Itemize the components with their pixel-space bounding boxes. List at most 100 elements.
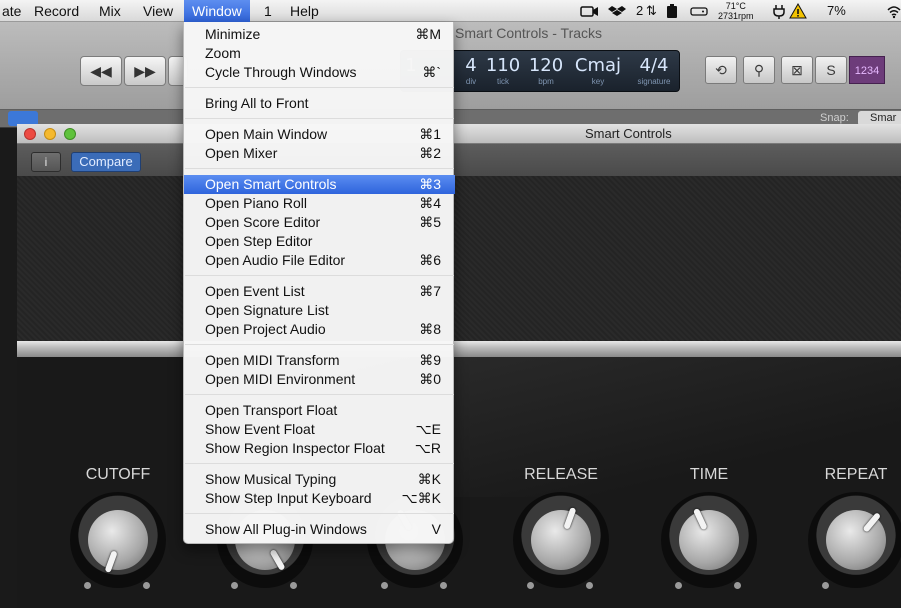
menu-item-open-audio-file-editor[interactable]: Open Audio File Editor ⌘6 <box>184 251 455 270</box>
menu-separator <box>185 168 454 169</box>
sync-arrows-icon: ⇅ <box>646 3 657 18</box>
menu-mix[interactable]: Mix <box>91 0 129 22</box>
menu-item-open-signature-list[interactable]: Open Signature List <box>184 301 455 320</box>
menu-item-show-musical-typing[interactable]: Show Musical Typing ⌘K <box>184 470 455 489</box>
cycle-button[interactable]: ⟲ <box>705 56 737 84</box>
menu-item-open-transport-float[interactable]: Open Transport Float <box>184 401 455 420</box>
menu-item-shortcut: ⌘9 <box>419 352 441 368</box>
menu-item-label: Open Main Window <box>205 126 328 142</box>
knob-cap <box>679 510 739 570</box>
menu-separator <box>185 87 454 88</box>
knob-min-dot <box>527 582 534 589</box>
menu-item-shortcut: V <box>431 521 441 537</box>
menu-item-label: Open Step Editor <box>205 233 313 249</box>
menu-item-cycle-through-windows[interactable]: Cycle Through Windows ⌘` <box>184 63 455 82</box>
menu-item-shortcut: ⌘4 <box>419 195 441 211</box>
menu-separator <box>185 513 454 514</box>
lcd-tick-label: tick <box>497 77 509 86</box>
lcd-div-label: div <box>465 77 477 86</box>
menu-item-label: Open MIDI Transform <box>205 352 340 368</box>
menu-item-shortcut: ⌥⌘K <box>401 490 441 506</box>
knob-repeat[interactable] <box>808 492 901 588</box>
menu-item-shortcut: ⌘1 <box>419 126 441 142</box>
zoom-window-button[interactable] <box>64 128 76 140</box>
menu-item-label: Open Smart Controls <box>205 176 337 192</box>
wifi-icon[interactable] <box>887 0 901 22</box>
power-plug-icon[interactable] <box>771 0 787 22</box>
minimize-window-button[interactable] <box>44 128 56 140</box>
amp-grille <box>17 176 901 341</box>
knob-release[interactable] <box>513 492 609 588</box>
menu-item-open-smart-controls[interactable]: Open Smart Controls ⌘3 <box>184 175 455 194</box>
knob-label-repeat: REPEAT <box>824 466 888 483</box>
menu-record[interactable]: Record <box>26 0 87 22</box>
menu-item-label: Show Event Float <box>205 421 315 437</box>
menu-item-shortcut: ⌘0 <box>419 371 441 387</box>
menu-item-open-project-audio[interactable]: Open Project Audio ⌘8 <box>184 320 455 339</box>
menu-item-open-piano-roll[interactable]: Open Piano Roll ⌘4 <box>184 194 455 213</box>
menu-item-label: Open Score Editor <box>205 214 321 230</box>
cycle-icon: ⟲ <box>715 62 727 78</box>
menu-window[interactable]: Window <box>184 0 250 22</box>
menu-item-label: Open Audio File Editor <box>205 252 346 268</box>
lcd-tick: 110 tick <box>485 55 521 87</box>
menu-item-open-mixer[interactable]: Open Mixer ⌘2 <box>184 144 455 163</box>
menu-item-label: Open Signature List <box>205 302 329 318</box>
menu-separator <box>185 118 454 119</box>
menu-item-bring-all-to-front[interactable]: Bring All to Front <box>184 94 455 113</box>
knob-panel: CUTOFF RELEASE TIME REPEAT <box>17 357 901 608</box>
menu-help[interactable]: Help <box>282 0 327 22</box>
menu-item-show-event-float[interactable]: Show Event Float ⌥E <box>184 420 455 439</box>
warning-icon[interactable] <box>789 0 807 22</box>
temperature-value: 71°C <box>725 1 746 11</box>
solo-button[interactable]: S <box>815 56 847 84</box>
knob-min-dot <box>675 582 682 589</box>
rewind-button[interactable]: ◀◀ <box>80 56 122 86</box>
clipboard-icon[interactable] <box>664 0 680 22</box>
knob-cap <box>531 510 591 570</box>
menu-item-shortcut: ⌘8 <box>419 321 441 337</box>
compare-button[interactable]: Compare <box>71 152 141 172</box>
menu-item-label: Open Mixer <box>205 145 278 161</box>
menu-item-show-all-plug-in-windows[interactable]: Show All Plug-in Windows V <box>184 520 455 539</box>
menu-item-minimize[interactable]: Minimize ⌘M <box>184 25 455 44</box>
tuner-button[interactable]: ⚲ <box>743 56 775 84</box>
knob-label-time: TIME <box>689 466 729 483</box>
smart-controls-titlebar[interactable]: Smart Controls <box>17 124 901 144</box>
dropbox-icon[interactable] <box>608 0 626 22</box>
menu-item-shortcut: ⌘6 <box>419 252 441 268</box>
battery-percent[interactable]: 7% <box>827 0 846 22</box>
smart-controls-window: Smart Controls i Compare CUTOFF RELEASE <box>17 124 901 608</box>
count-in-button[interactable]: 1234 <box>849 56 885 84</box>
fan-speed-value: 2731rpm <box>718 11 754 21</box>
menu-item-show-step-input-keyboard[interactable]: Show Step Input Keyboard ⌥⌘K <box>184 489 455 508</box>
menu-item-open-step-editor[interactable]: Open Step Editor <box>184 232 455 251</box>
info-button[interactable]: i <box>31 152 61 172</box>
fast-forward-button[interactable]: ▶▶ <box>124 56 166 86</box>
hard-drive-icon[interactable] <box>690 0 708 22</box>
menu-item-label: Cycle Through Windows <box>205 64 357 80</box>
menu-item-shortcut: ⌘7 <box>419 283 441 299</box>
menu-item-label: Show All Plug-in Windows <box>205 521 367 537</box>
lcd-div-value: 4 <box>465 55 477 76</box>
knob-time[interactable] <box>661 492 757 588</box>
info-icon: i <box>44 155 48 169</box>
menu-item-open-score-editor[interactable]: Open Score Editor ⌘5 <box>184 213 455 232</box>
menu-item-shortcut: ⌘K <box>417 471 441 487</box>
snap-label: Snap: <box>820 112 849 124</box>
knob-cap <box>88 510 148 570</box>
menu-1[interactable]: 1 <box>256 0 280 22</box>
menu-item-open-midi-transform[interactable]: Open MIDI Transform ⌘9 <box>184 351 455 370</box>
menu-item-show-region-inspector-float[interactable]: Show Region Inspector Float ⌥R <box>184 439 455 458</box>
temperature-readout[interactable]: 71°C 2731rpm <box>718 1 754 21</box>
menu-item-zoom[interactable]: Zoom <box>184 44 455 63</box>
knob-cutoff[interactable] <box>70 492 166 588</box>
close-window-button[interactable] <box>24 128 36 140</box>
menu-item-label: Show Step Input Keyboard <box>205 490 372 506</box>
menu-item-open-main-window[interactable]: Open Main Window ⌘1 <box>184 125 455 144</box>
menu-view[interactable]: View <box>135 0 181 22</box>
menu-item-open-midi-environment[interactable]: Open MIDI Environment ⌘0 <box>184 370 455 389</box>
facetime-camera-icon[interactable] <box>580 0 600 22</box>
autopunch-button[interactable]: ⊠ <box>781 56 813 84</box>
menu-item-open-event-list[interactable]: Open Event List ⌘7 <box>184 282 455 301</box>
